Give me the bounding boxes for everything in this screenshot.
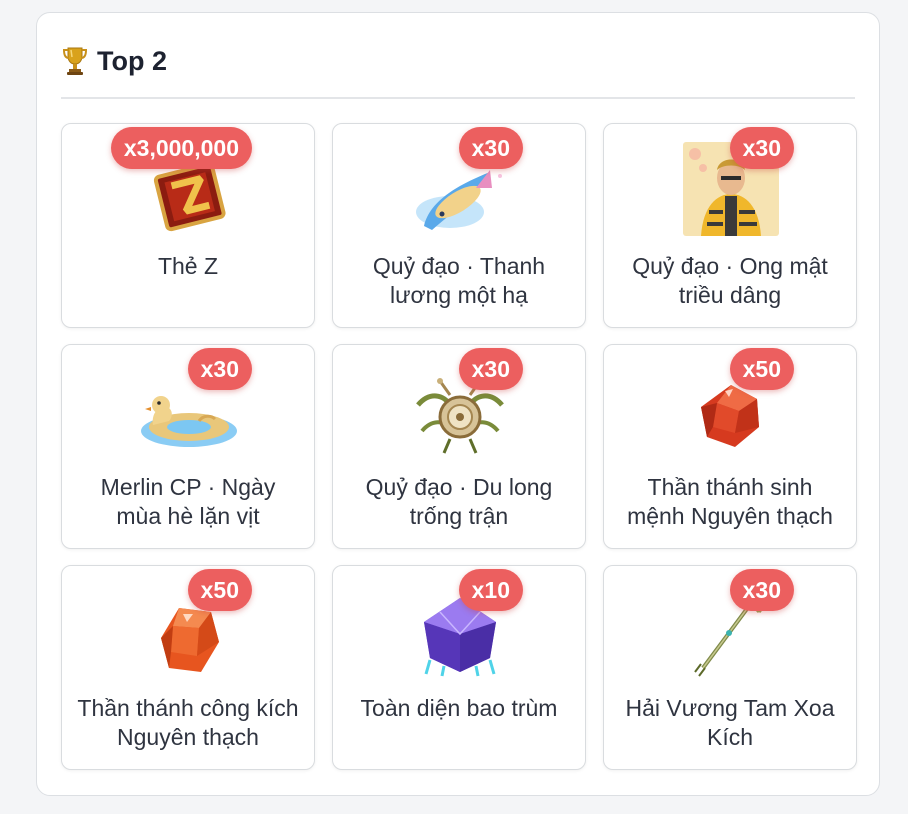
item-name: Hải Vương Tam Xoa Kích [625, 695, 835, 750]
trophy-icon [61, 45, 89, 77]
panel-header: Top 2 [61, 43, 167, 79]
item-name: Toàn diện bao trùm [360, 695, 558, 721]
item-name: Quỷ đạo · Du long trống trận [365, 474, 553, 529]
item-name: Thần thánh công kích Nguyên thạch [77, 695, 299, 750]
quantity-badge: x30 [729, 127, 794, 169]
quantity-badge: x10 [458, 569, 523, 611]
quantity-badge: x30 [729, 569, 794, 611]
reward-card[interactable]: x30 Quỷ đạo · Thanh lương một hạ [332, 123, 586, 328]
header-divider [61, 97, 855, 99]
reward-card[interactable]: x10 Toàn diện bao trùm [332, 565, 586, 770]
reward-card[interactable]: x30 Quỷ đạo · Ong mật triều dâng [603, 123, 857, 328]
quantity-badge: x50 [729, 348, 794, 390]
quantity-badge: x3,000,000 [110, 127, 252, 169]
item-name: Quỷ đạo · Ong mật triều dâng [632, 253, 828, 308]
quantity-badge: x30 [187, 348, 252, 390]
reward-card[interactable]: x50 Thần thánh sinh mệnh Nguyên thạch [603, 344, 857, 549]
quantity-badge: x30 [458, 127, 523, 169]
item-name: Merlin CP · Ngày mùa hè lặn vịt [100, 474, 276, 529]
quantity-badge: x50 [187, 569, 252, 611]
reward-grid: x3,000,000 Thẻ Z x30 Quỷ đạo · Thanh lươ… [61, 123, 857, 770]
quantity-badge: x30 [458, 348, 523, 390]
item-name: Thẻ Z [157, 253, 219, 279]
reward-card[interactable]: x30 Quỷ đạo · Du long trống trận [332, 344, 586, 549]
reward-panel: Top 2 x3,000,000 Thẻ Z x30 Quỷ đạo · Tha… [36, 12, 880, 796]
reward-card[interactable]: x3,000,000 Thẻ Z [61, 123, 315, 328]
item-name: Thần thánh sinh mệnh Nguyên thạch [627, 474, 833, 529]
panel-title: Top 2 [97, 45, 167, 76]
reward-card[interactable]: x50 Thần thánh công kích Nguyên thạch [61, 565, 315, 770]
item-name: Quỷ đạo · Thanh lương một hạ [372, 253, 546, 308]
reward-card[interactable]: x30 Merlin CP · Ngày mùa hè lặn vịt [61, 344, 315, 549]
reward-card[interactable]: x30 Hải Vương Tam Xoa Kích [603, 565, 857, 770]
